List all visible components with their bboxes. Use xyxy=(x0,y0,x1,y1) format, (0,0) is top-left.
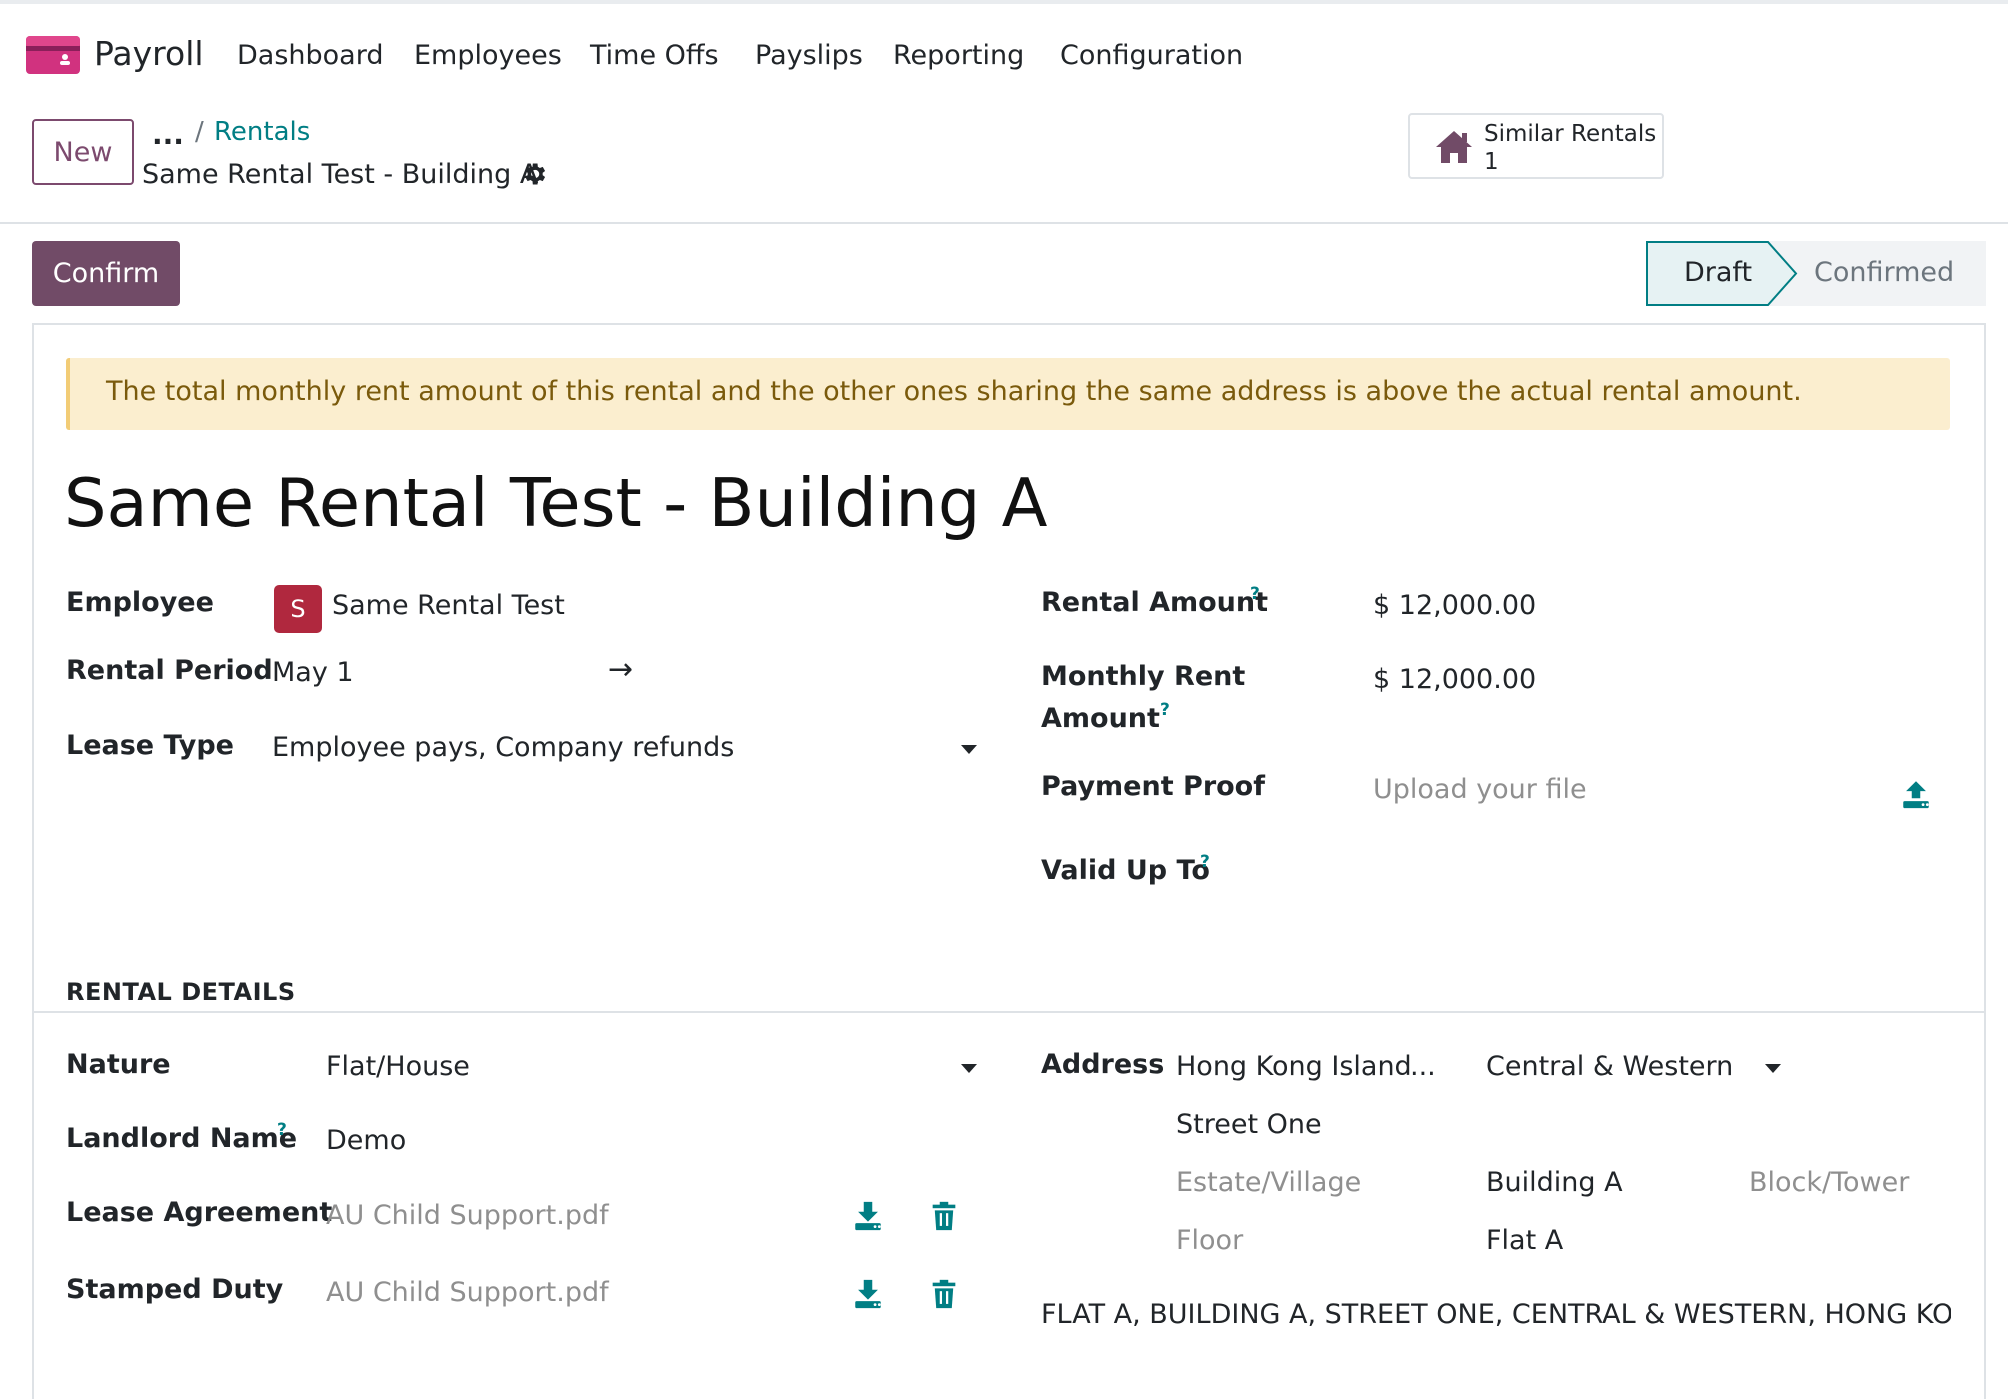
download-icon[interactable] xyxy=(851,1199,885,1233)
menu-payslips[interactable]: Payslips xyxy=(755,40,863,71)
breadcrumb-current: Same Rental Test - Building A xyxy=(142,159,539,190)
rental-amount-label: Rental Amount xyxy=(1041,587,1269,618)
address-district-select[interactable]: Central & Western xyxy=(1486,1051,1733,1082)
trash-icon[interactable] xyxy=(927,1199,961,1233)
chevron-down-icon[interactable] xyxy=(1765,1064,1781,1073)
valid-up-to-label: Valid Up To xyxy=(1041,855,1210,886)
employee-label: Employee xyxy=(66,587,214,618)
stamped-duty-file[interactable]: AU Child Support.pdf xyxy=(326,1277,609,1308)
chevron-down-icon[interactable] xyxy=(961,745,977,754)
breadcrumb-separator: / xyxy=(195,117,204,147)
similar-rentals-label: Similar Rentals xyxy=(1484,121,1657,147)
new-button[interactable]: New xyxy=(32,119,134,185)
menu-configuration[interactable]: Configuration xyxy=(1060,40,1243,71)
lease-agreement-file[interactable]: AU Child Support.pdf xyxy=(326,1200,609,1231)
section-divider xyxy=(34,1011,1984,1013)
payment-proof-field[interactable]: Upload your file xyxy=(1373,774,1587,805)
page-title[interactable]: Same Rental Test - Building A xyxy=(64,464,1047,542)
monthly-rent-label: Monthly Rent xyxy=(1041,661,1246,692)
landlord-name-field[interactable]: Demo xyxy=(326,1125,406,1156)
section-title: RENTAL DETAILS xyxy=(66,978,296,1006)
address-building-field[interactable]: Building A xyxy=(1486,1167,1623,1198)
menu-time-offs[interactable]: Time Offs xyxy=(590,40,719,71)
monthly-rent-label-2: Amount xyxy=(1041,703,1160,734)
arrow-right-icon: → xyxy=(608,652,634,687)
address-street-field[interactable]: Street One xyxy=(1176,1109,1322,1140)
rental-period-label: Rental Period xyxy=(66,655,273,686)
confirm-button[interactable]: Confirm xyxy=(32,241,180,306)
address-region-select[interactable]: Hong Kong Island xyxy=(1176,1051,1412,1082)
app-name[interactable]: Payroll xyxy=(94,34,204,73)
help-icon[interactable]: ? xyxy=(1250,584,1260,604)
help-icon[interactable]: ? xyxy=(277,1120,287,1140)
breadcrumb-rentals[interactable]: Rentals xyxy=(214,117,310,147)
stage-draft[interactable]: Draft xyxy=(1684,257,1752,288)
similar-rentals-count: 1 xyxy=(1484,149,1499,175)
stamped-duty-label: Stamped Duty xyxy=(66,1274,284,1305)
status-bar: Draft Confirmed xyxy=(1646,241,1986,306)
rental-amount-field[interactable]: $ 12,000.00 xyxy=(1373,590,1536,621)
address-block-field[interactable]: Block/Tower xyxy=(1749,1167,1909,1198)
breadcrumb-ellipsis[interactable]: ... xyxy=(152,118,184,151)
lease-agreement-label: Lease Agreement xyxy=(66,1197,333,1228)
gear-icon[interactable] xyxy=(520,160,548,188)
lease-type-label: Lease Type xyxy=(66,730,234,761)
stage-confirmed[interactable]: Confirmed xyxy=(1814,257,1954,288)
warning-alert: The total monthly rent amount of this re… xyxy=(66,358,1950,430)
lease-type-select[interactable]: Employee pays, Company refunds xyxy=(272,732,734,763)
address-estate-field[interactable]: Estate/Village xyxy=(1176,1167,1361,1198)
rental-period-start[interactable]: May 1 xyxy=(272,657,354,688)
chevron-down-icon[interactable] xyxy=(961,1064,977,1073)
nature-select[interactable]: Flat/House xyxy=(326,1051,470,1082)
help-icon[interactable]: ? xyxy=(1160,700,1170,720)
similar-rentals-button[interactable]: Similar Rentals 1 xyxy=(1408,113,1664,179)
house-icon xyxy=(1436,131,1472,163)
landlord-name-label: Landlord Name xyxy=(66,1123,298,1154)
avatar: S xyxy=(274,585,322,633)
nature-label: Nature xyxy=(66,1049,171,1080)
menu-reporting[interactable]: Reporting xyxy=(893,40,1024,71)
monthly-rent-field: $ 12,000.00 xyxy=(1373,664,1537,695)
upload-icon[interactable] xyxy=(1899,777,1933,811)
address-label: Address xyxy=(1041,1049,1165,1080)
address-floor-field[interactable]: Floor xyxy=(1176,1225,1243,1256)
menu-dashboard[interactable]: Dashboard xyxy=(237,40,383,71)
payment-proof-label: Payment Proof xyxy=(1041,771,1265,802)
payroll-logo-icon[interactable] xyxy=(26,36,80,74)
download-icon[interactable] xyxy=(851,1277,885,1311)
trash-icon[interactable] xyxy=(927,1277,961,1311)
help-icon[interactable]: ? xyxy=(1200,852,1210,872)
control-panel: New ... / Rentals Same Rental Test - Bui… xyxy=(0,104,2008,224)
menu-employees[interactable]: Employees xyxy=(414,40,562,71)
employee-field[interactable]: Same Rental Test xyxy=(332,590,565,621)
top-navbar: Payroll Dashboard Employees Time Offs Pa… xyxy=(0,0,2008,104)
address-flat-field[interactable]: Flat A xyxy=(1486,1225,1563,1256)
address-region-more[interactable]: ... xyxy=(1410,1051,1436,1082)
full-address: FLAT A, BUILDING A, STREET ONE, CENTRAL … xyxy=(1041,1299,1951,1330)
